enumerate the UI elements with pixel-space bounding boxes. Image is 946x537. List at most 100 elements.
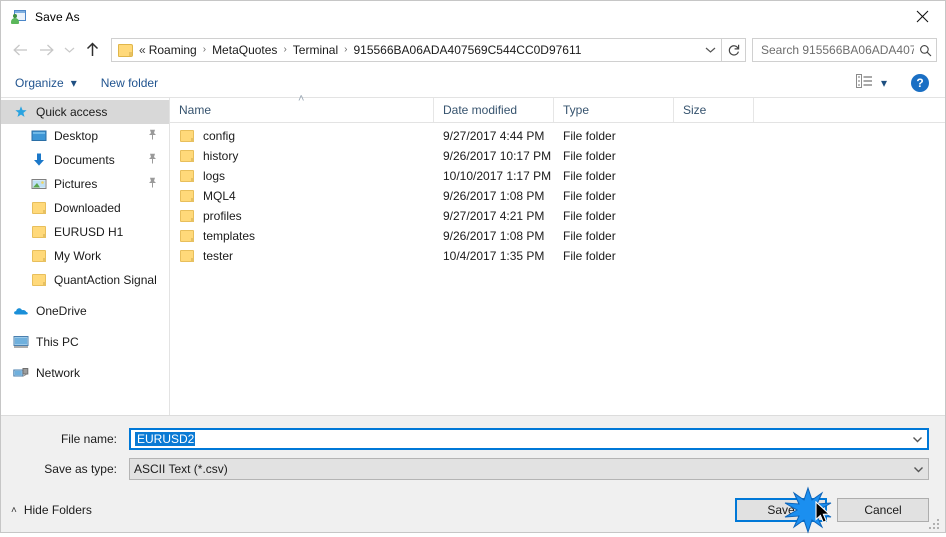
sidebar-item-my-work[interactable]: My Work (1, 244, 169, 268)
file-name: history (203, 149, 239, 163)
breadcrumb-item-terminal-id[interactable]: 915566BA06ADA407569C544CC0D97611 (352, 43, 582, 57)
table-row[interactable]: logs 10/10/2017 1:17 PM File folder (170, 166, 945, 186)
sidebar-item-quick-access[interactable]: Quick access (1, 100, 169, 124)
file-name-row: File name: EURUSD2 (17, 428, 929, 450)
file-name-label: File name: (60, 432, 117, 446)
file-type: File folder (563, 249, 616, 263)
column-header-size[interactable]: Size (674, 98, 754, 122)
chevron-down-icon: ▾ (70, 75, 77, 90)
new-folder-button[interactable]: New folder (101, 76, 158, 90)
file-name-cell: history (170, 148, 434, 164)
documents-icon (31, 152, 47, 168)
search-placeholder: Search 915566BA06ADA40756... (761, 43, 914, 57)
table-row[interactable]: history 9/26/2017 10:17 PM File folder (170, 146, 945, 166)
network-icon (13, 365, 29, 381)
save-as-type-value: ASCII Text (*.csv) (134, 462, 228, 476)
organize-button[interactable]: Organize ▾ (15, 76, 77, 90)
table-row[interactable]: profiles 9/27/2017 4:21 PM File folder (170, 206, 945, 226)
sidebar-item-label: EURUSD H1 (54, 225, 124, 239)
file-type: File folder (563, 169, 616, 183)
chevron-down-icon[interactable] (908, 466, 928, 473)
help-icon[interactable]: ? (911, 73, 929, 92)
sidebar-item-label: This PC (36, 335, 79, 349)
file-rows: config 9/27/2017 4:44 PM File folder his… (170, 123, 945, 415)
column-header-date-modified[interactable]: Date modified (434, 98, 554, 122)
navigation-bar: « Roaming › MetaQuotes › Terminal › 9155… (1, 32, 945, 68)
back-button[interactable] (7, 37, 33, 63)
chevron-down-icon[interactable] (907, 436, 927, 443)
save-as-icon (11, 9, 27, 25)
save-as-type-select[interactable]: ASCII Text (*.csv) (129, 458, 929, 480)
resize-grip-icon[interactable] (929, 517, 941, 529)
dialog-footer: ˄ Hide Folders Save Cancel (1, 488, 945, 532)
file-date: 9/26/2017 1:08 PM (443, 189, 545, 203)
folder-icon (31, 200, 47, 216)
column-header-label: Date modified (443, 103, 518, 117)
sidebar-item-this-pc[interactable]: This PC (1, 330, 169, 354)
breadcrumb-overflow[interactable]: « (138, 43, 148, 57)
file-name-input[interactable]: EURUSD2 (129, 428, 929, 450)
help-label: ? (916, 75, 924, 90)
sort-ascending-icon: ˄ (298, 93, 305, 105)
search-input[interactable]: Search 915566BA06ADA40756... (752, 38, 937, 62)
sidebar-item-label: Documents (54, 153, 115, 167)
chevron-down-icon[interactable] (699, 39, 721, 61)
sidebar-item-label: Quick access (36, 105, 108, 119)
desktop-icon (31, 128, 47, 144)
breadcrumb-item-terminal[interactable]: Terminal (292, 43, 339, 57)
table-row[interactable]: config 9/27/2017 4:44 PM File folder (170, 126, 945, 146)
sidebar-item-label: Downloaded (54, 201, 121, 215)
cancel-button[interactable]: Cancel (837, 498, 929, 522)
pin-icon[interactable] (148, 177, 157, 191)
sidebar-item-pictures[interactable]: Pictures (1, 172, 169, 196)
file-date: 10/4/2017 1:35 PM (443, 249, 545, 263)
column-headers: ˄ Name Date modified Type Size (170, 93, 945, 123)
folder-icon (179, 228, 195, 244)
file-date: 10/10/2017 1:17 PM (443, 169, 552, 183)
file-date: 9/26/2017 10:17 PM (443, 149, 552, 163)
pin-icon[interactable] (148, 153, 157, 167)
file-name: config (203, 129, 236, 143)
file-type: File folder (563, 189, 616, 203)
recent-locations-button[interactable] (59, 37, 79, 63)
table-row[interactable]: MQL4 9/26/2017 1:08 PM File folder (170, 186, 945, 206)
file-name-text: EURUSD2 (135, 432, 196, 446)
sidebar-item-onedrive[interactable]: OneDrive (1, 299, 169, 323)
folder-icon (31, 272, 47, 288)
table-row[interactable]: tester 10/4/2017 1:35 PM File folder (170, 246, 945, 266)
sidebar-item-downloaded[interactable]: Downloaded (1, 196, 169, 220)
file-name: logs (203, 169, 226, 183)
new-folder-label: New folder (100, 75, 159, 90)
breadcrumb-item-roaming[interactable]: Roaming (148, 43, 198, 57)
window-title: Save As (35, 9, 80, 24)
refresh-icon[interactable] (722, 38, 746, 62)
breadcrumb-item-metaquotes[interactable]: MetaQuotes (211, 43, 278, 57)
file-name: MQL4 (203, 189, 236, 203)
folder-icon (118, 43, 133, 57)
sidebar-item-quantaction-signal[interactable]: QuantAction Signal (1, 268, 169, 292)
breadcrumb-separator[interactable]: › (278, 44, 291, 55)
search-icon[interactable] (914, 44, 936, 57)
sidebar-item-desktop[interactable]: Desktop (1, 124, 169, 148)
forward-button[interactable] (33, 37, 59, 63)
breadcrumb-separator[interactable]: › (198, 44, 211, 55)
breadcrumb-separator[interactable]: › (339, 44, 352, 55)
file-name-cell: logs (170, 168, 434, 184)
pin-icon[interactable] (148, 129, 157, 143)
view-options-button[interactable]: ▾ (855, 74, 887, 91)
file-type: File folder (563, 209, 616, 223)
column-header-name[interactable]: ˄ Name (170, 93, 434, 122)
file-date: 9/27/2017 4:21 PM (443, 209, 545, 223)
column-header-type[interactable]: Type (554, 98, 674, 122)
sidebar-item-eurusd-h1[interactable]: EURUSD H1 (1, 220, 169, 244)
hide-folders-button[interactable]: ˄ Hide Folders (11, 503, 92, 517)
close-icon[interactable] (899, 1, 945, 31)
folder-icon (179, 188, 195, 204)
table-row[interactable]: templates 9/26/2017 1:08 PM File folder (170, 226, 945, 246)
address-bar[interactable]: « Roaming › MetaQuotes › Terminal › 9155… (111, 38, 722, 62)
save-button[interactable]: Save (735, 498, 827, 522)
up-button[interactable] (79, 37, 105, 63)
save-as-type-label: Save as type: (44, 462, 117, 476)
sidebar-item-documents[interactable]: Documents (1, 148, 169, 172)
sidebar-item-network[interactable]: Network (1, 361, 169, 385)
